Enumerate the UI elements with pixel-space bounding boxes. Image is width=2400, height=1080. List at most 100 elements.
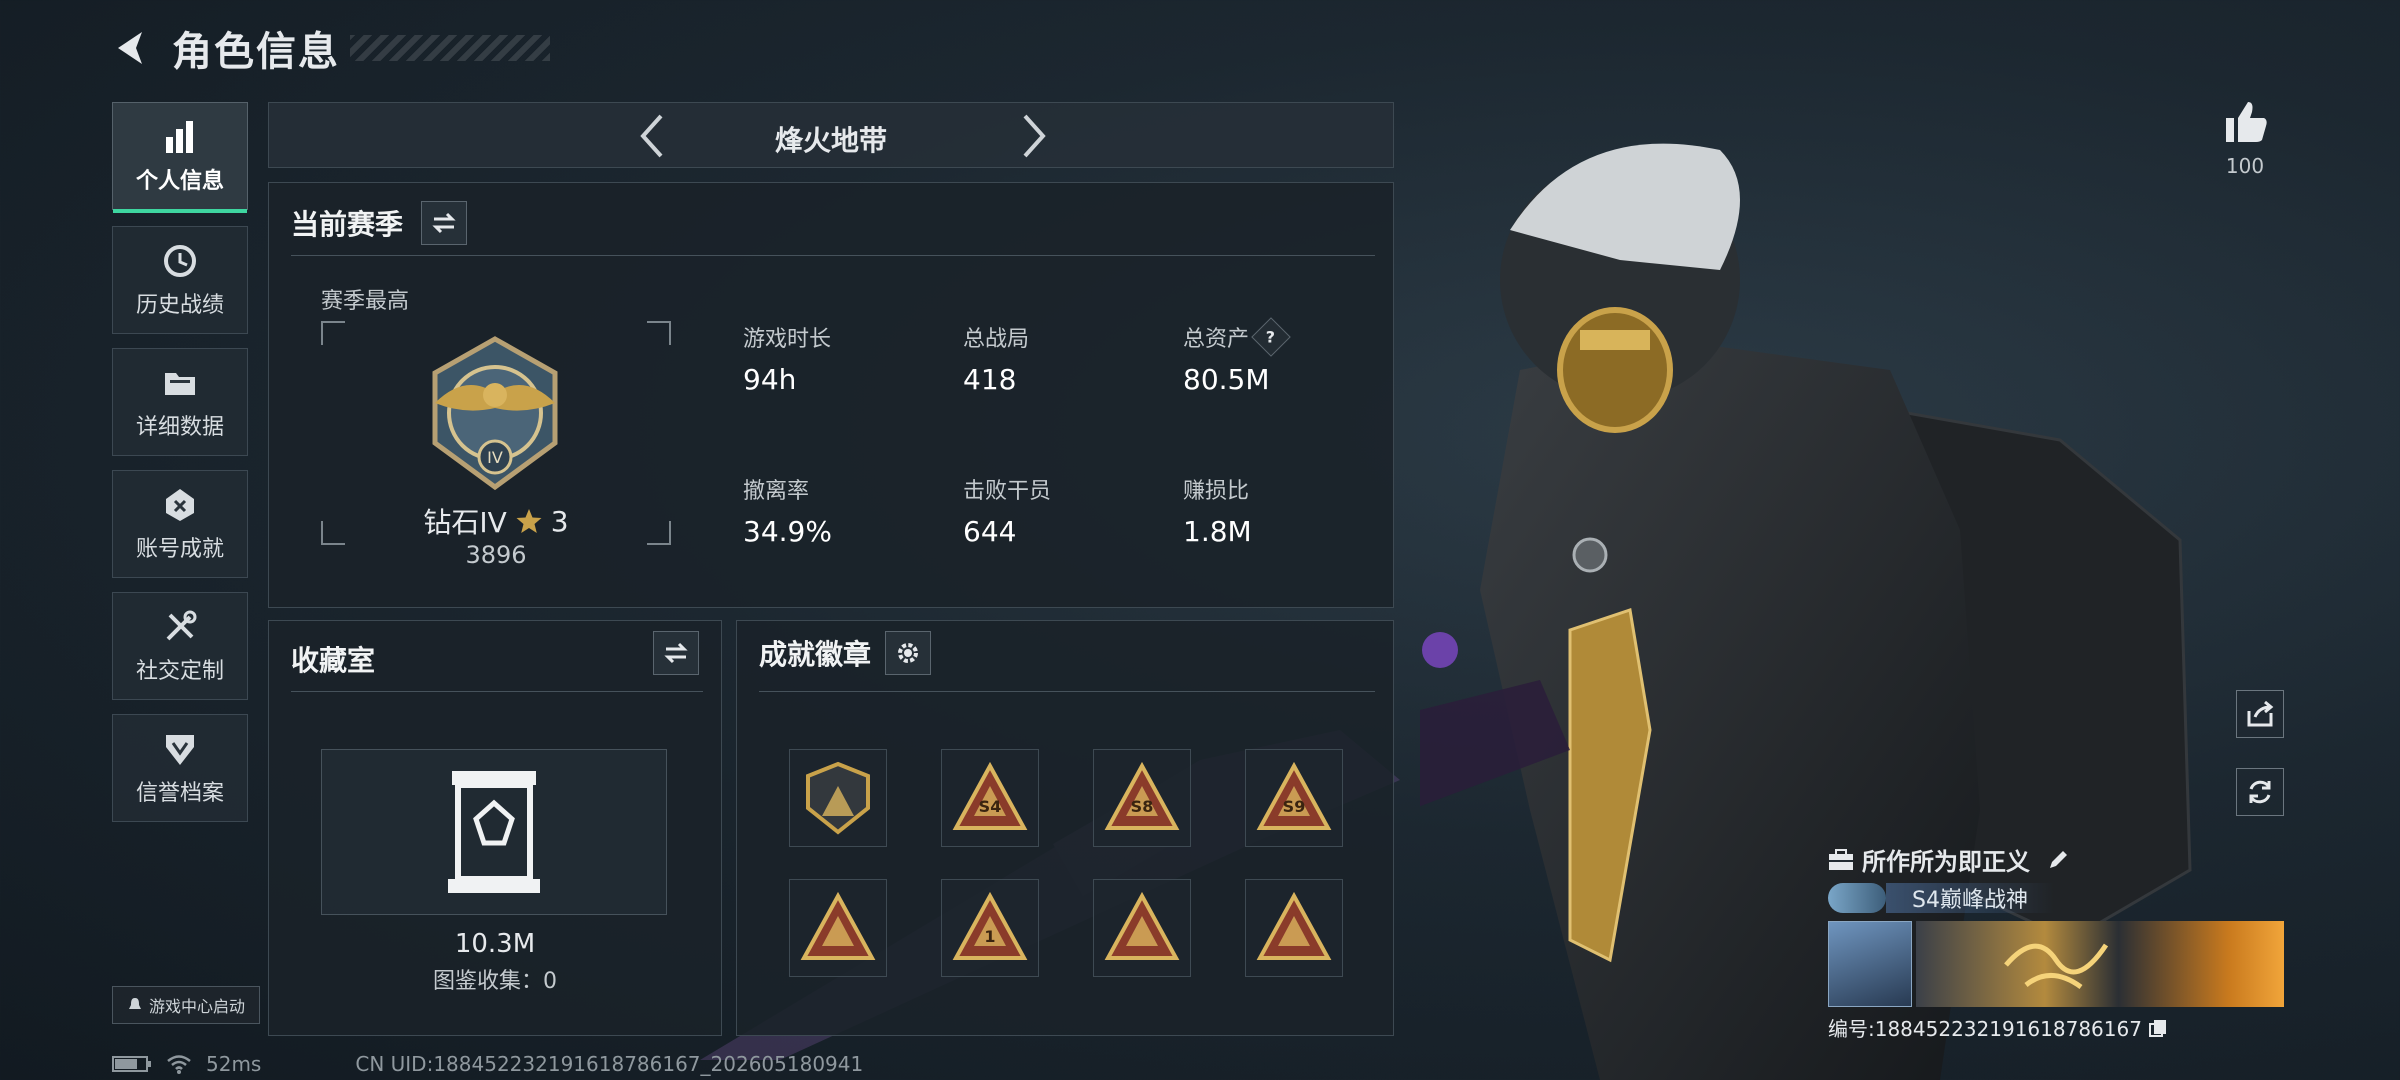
credit-shield-icon <box>160 729 200 769</box>
svg-text:IV: IV <box>487 448 503 467</box>
help-icon[interactable]: ? <box>1251 317 1291 357</box>
battery-icon <box>112 1056 151 1072</box>
refresh-icon <box>2249 780 2271 804</box>
rank-emblem-icon: IV <box>415 333 575 493</box>
badge-text: S8 <box>1131 797 1154 816</box>
sidebar-item-label: 历史战绩 <box>135 293 224 318</box>
stat-value: 80.5M <box>1183 363 1270 396</box>
achievements-panel: 成就徽章 S4 S8 S9 1 <box>736 620 1394 1036</box>
collection-panel: 收藏室 10.3M 图鉴收集：0 <box>268 620 722 1036</box>
uid-text: CN UID:188452232191618786167_20260518094… <box>355 1052 864 1076</box>
bar-chart-icon <box>160 117 200 157</box>
game-center-launch-button[interactable]: 游戏中心启动 <box>112 986 260 1024</box>
tools-icon <box>160 607 200 647</box>
rank-score: 3896 <box>465 541 527 569</box>
like-count: 100 <box>2225 154 2265 178</box>
sidebar-item-personal-info[interactable]: 个人信息 <box>112 102 248 213</box>
refresh-button[interactable] <box>2236 768 2284 816</box>
badge-text: 1 <box>984 927 995 946</box>
rank-name: 钻石IV <box>423 506 507 539</box>
swap-icon <box>664 642 688 664</box>
help-glyph: ? <box>1266 327 1276 347</box>
title-tag-emblem <box>1828 883 1886 913</box>
s4-season-badge-icon: S4 <box>952 761 1028 830</box>
stat-value: 418 <box>963 363 1017 396</box>
season-title: 当前赛季 <box>291 208 404 241</box>
history-clock-icon <box>160 241 200 281</box>
stat-label: 击败干员 <box>963 479 1052 504</box>
banner-calligraphy-icon <box>2004 943 2109 990</box>
s9-badge-icon: S9 <box>1256 761 1332 830</box>
badge-text: S4 <box>979 797 1002 816</box>
chevron-right-icon <box>1023 114 1046 158</box>
stat-value: 644 <box>963 515 1017 548</box>
star-icon <box>516 509 542 533</box>
stat-label: 游戏时长 <box>743 327 832 352</box>
sidebar-item-social-custom[interactable]: 社交定制 <box>112 592 248 700</box>
collection-display-case[interactable] <box>321 749 667 915</box>
badge-text: S9 <box>1283 797 1306 816</box>
rank-stars: 3 <box>550 504 569 538</box>
stat-total-assets: 总资产 ? 80.5M <box>1183 317 1291 396</box>
frame-corner <box>321 321 345 345</box>
stat-profit-loss-ratio: 赚损比 1.8M <box>1183 473 1252 548</box>
sidebar-item-label: 账号成就 <box>135 537 224 562</box>
like-button[interactable]: 100 <box>2210 96 2280 178</box>
folder-icon <box>160 363 200 403</box>
achievement-badge[interactable]: S8 <box>1093 749 1191 847</box>
wifi-icon <box>167 1055 191 1074</box>
achievement-badge[interactable]: S4 <box>941 749 1039 847</box>
sidebar-item-credit-profile[interactable]: 信誉档案 <box>112 714 248 822</box>
frame-corner <box>647 321 671 345</box>
achievement-badge[interactable] <box>789 749 887 847</box>
collection-switch-button[interactable] <box>653 631 699 675</box>
season-switch-button[interactable] <box>421 201 468 245</box>
mode-next-button[interactable] <box>1009 111 1059 161</box>
stat-total-matches: 总战局 418 <box>963 321 1029 396</box>
player-avatar[interactable] <box>1828 921 1912 1007</box>
triangle-rank-badge-icon <box>806 761 870 835</box>
sidebar-item-label: 详细数据 <box>135 415 224 440</box>
mode-selector: 烽火地带 <box>268 102 1394 168</box>
player-card: 所作所为即正义 S4巅峰战神 编号:18845223219161878616​7 <box>1828 842 2284 1042</box>
page-title: 角色信息 <box>172 29 340 75</box>
copy-icon[interactable] <box>2148 1018 2168 1038</box>
edit-pencil-icon[interactable] <box>2046 848 2070 872</box>
collection-value: 10.3M <box>454 929 536 959</box>
stat-value: 94h <box>743 363 797 396</box>
share-icon <box>2247 700 2274 727</box>
achievements-settings-button[interactable] <box>885 631 932 675</box>
mode-label: 烽火地带 <box>774 124 887 157</box>
achievement-badge[interactable] <box>1245 879 1343 977</box>
achievement-badge[interactable] <box>1093 879 1191 977</box>
bell-icon <box>128 998 141 1009</box>
achievements-title: 成就徽章 <box>759 638 872 671</box>
rank-line: 钻石IV 3 <box>321 501 671 541</box>
player-id: 编号:18845223219161878616​7 <box>1828 1017 2142 1041</box>
sidebar-item-history[interactable]: 历史战绩 <box>112 226 248 334</box>
stat-value: 34.9% <box>743 515 832 548</box>
share-button[interactable] <box>2236 690 2284 738</box>
stat-value: 1.8M <box>1183 515 1252 548</box>
stat-extraction-rate: 撤离率 34.9% <box>743 473 832 548</box>
stat-operators-defeated: 击败干员 644 <box>963 473 1051 548</box>
thumbs-up-icon <box>2226 102 2267 142</box>
season-panel: 当前赛季 赛季最高 IV 钻石IV 3 3896 游戏时长 94h 总战局 41… <box>268 182 1394 608</box>
swap-icon <box>432 212 456 234</box>
s8-badge-icon: S8 <box>1104 761 1180 830</box>
sidebar-item-detail-data[interactable]: 详细数据 <box>112 348 248 456</box>
stat-label: 撤离率 <box>743 479 810 504</box>
achievement-badge[interactable]: 1 <box>941 879 1039 977</box>
back-button[interactable] <box>110 26 154 70</box>
achievements-divider <box>759 691 1375 692</box>
title-tag: S4巅峰战神 <box>1886 883 2054 913</box>
season-divider <box>291 255 1375 256</box>
season-best-label: 赛季最高 <box>321 289 410 314</box>
status-bar: 52ms CN UID:188452232191618786167_202605… <box>112 1052 863 1076</box>
collection-divider <box>291 691 703 692</box>
sidebar-item-account-achievements[interactable]: 账号成就 <box>112 470 248 578</box>
achievement-badge[interactable]: S9 <box>1245 749 1343 847</box>
stat-label: 总资产 <box>1183 327 1250 352</box>
achievement-badge[interactable] <box>789 879 887 977</box>
rocket-badge-icon <box>1256 891 1332 960</box>
